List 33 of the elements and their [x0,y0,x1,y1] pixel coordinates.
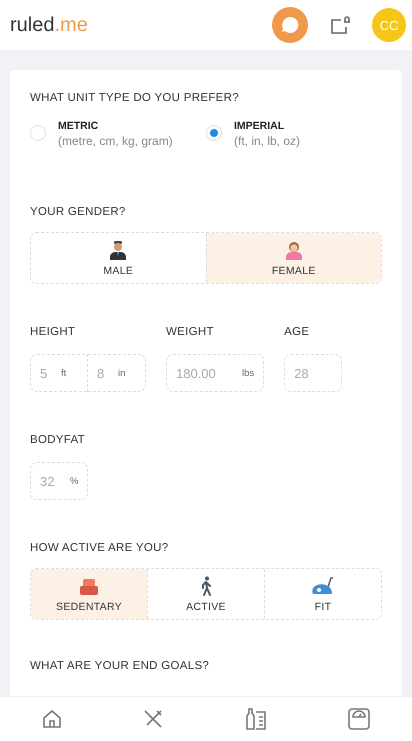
question-label: YOUR GENDER? [30,206,127,218]
gender-option[interactable]: FEMALE [206,233,381,283]
radio-hint: (ft, in, lb, oz) [234,134,300,148]
question-label: HOW ACTIVE ARE YOU? [30,542,170,554]
question-label: WHAT ARE YOUR END GOALS? [30,660,210,672]
scale-icon [348,708,370,730]
input-field[interactable]: 8 in [88,354,146,392]
field-label: AGE [284,326,310,338]
activity-option[interactable]: FIT [264,569,381,619]
walking-person-icon [199,576,213,596]
input-field[interactable]: 32 % [30,462,88,500]
notification-icon[interactable] [328,13,352,37]
activity-option[interactable]: SEDENTARY [31,569,147,619]
field-label: HEIGHT [30,326,76,338]
nav-tab[interactable] [40,707,64,731]
nav-tab[interactable] [346,706,372,732]
radio-label: METRIC [58,120,100,132]
radio-hint: (metre, cm, kg, gram) [58,134,173,148]
house-icon [42,709,62,729]
input-field[interactable]: 5 ft [30,354,88,392]
armchair-icon [79,578,99,596]
logo[interactable]: ruled.me [10,14,88,36]
chat-icon[interactable] [272,7,308,43]
question-label: WHAT UNIT TYPE DO YOU PREFER? [30,92,240,104]
woman-icon [284,240,303,260]
input-field[interactable]: 180.00 lbs [166,354,264,392]
bottle-list-icon [244,708,267,730]
radio-button[interactable] [30,125,46,141]
man-icon [109,240,128,260]
radio-button[interactable] [206,125,222,141]
field-label: WEIGHT [166,326,215,338]
field-label: BODYFAT [30,434,86,446]
radio-label: IMPERIAL [234,120,286,132]
